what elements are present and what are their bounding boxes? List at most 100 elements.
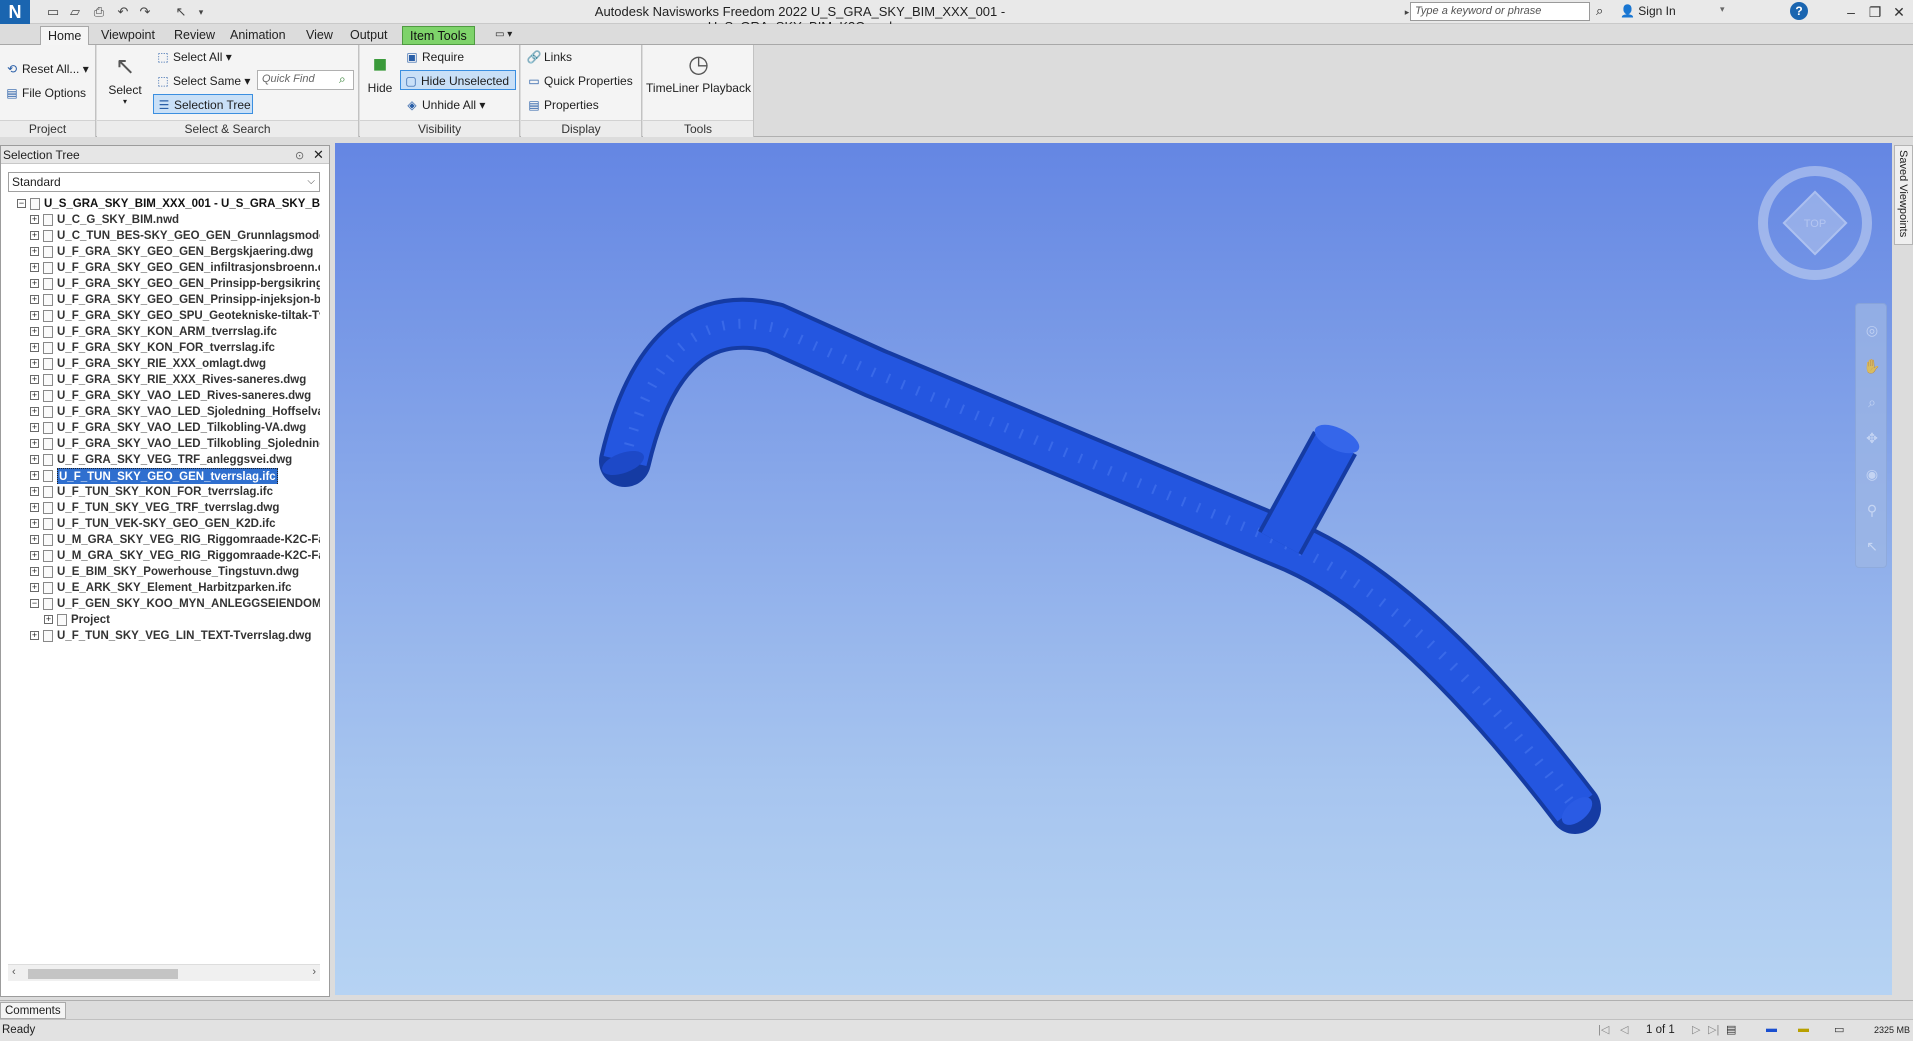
- comments-tab[interactable]: Comments: [0, 1002, 66, 1019]
- pin-icon[interactable]: ⊙: [295, 147, 304, 165]
- pan-icon[interactable]: ✋: [1862, 356, 1882, 376]
- tree-item[interactable]: + U_F_TUN_SKY_VEG_LIN_TEXT-Tverrslag.dwg: [8, 628, 320, 644]
- expand-icon[interactable]: +: [44, 615, 53, 624]
- expand-icon[interactable]: +: [30, 631, 39, 640]
- help-icon[interactable]: ?: [1790, 2, 1808, 20]
- hide-unselected-button[interactable]: ▢ Hide Unselected: [400, 70, 516, 90]
- orbit-icon[interactable]: ✥: [1862, 428, 1882, 448]
- tree-item[interactable]: + U_F_TUN_SKY_VEG_TRF_tverrslag.dwg: [8, 500, 320, 516]
- redo-icon[interactable]: ↷: [136, 3, 154, 21]
- tree-item[interactable]: + U_F_GRA_SKY_VEG_TRF_anleggsvei.dwg: [8, 452, 320, 468]
- sign-in-dropdown-icon[interactable]: ▾: [1720, 4, 1725, 15]
- tree-item[interactable]: + U_F_GRA_SKY_KON_FOR_tverrslag.ifc: [8, 340, 320, 356]
- expand-icon[interactable]: +: [30, 519, 39, 528]
- tree-item[interactable]: + U_M_GRA_SKY_VEG_RIG_Riggomraade-K2C-Fas…: [8, 532, 320, 548]
- expand-icon[interactable]: +: [30, 215, 39, 224]
- expand-icon[interactable]: +: [30, 583, 39, 592]
- tree-item[interactable]: + U_F_GRA_SKY_GEO_GEN_Prinsipp-injeksjon-…: [8, 292, 320, 308]
- tunnel-model[interactable]: [335, 143, 1892, 995]
- tree-item[interactable]: + U_F_TUN_VEK-SKY_GEO_GEN_K2D.ifc: [8, 516, 320, 532]
- ribbon-options-icon[interactable]: ▭ ▾: [488, 26, 519, 45]
- unhide-all-button[interactable]: ◈ Unhide All ▾: [402, 95, 485, 115]
- select-cursor-icon[interactable]: ↖: [172, 3, 190, 21]
- tree-item[interactable]: + U_M_GRA_SKY_VEG_RIG_Riggomraade-K2C-Fas…: [8, 548, 320, 564]
- minimize-icon[interactable]: –: [1840, 2, 1862, 22]
- tree-root[interactable]: − U_S_GRA_SKY_BIM_XXX_001 - U_S_GRA_SKY_…: [8, 196, 320, 212]
- expand-icon[interactable]: +: [30, 423, 39, 432]
- select-icon[interactable]: ↖: [1862, 536, 1882, 556]
- file-options-button[interactable]: ▤ File Options: [2, 83, 86, 103]
- select-button[interactable]: ↖ Select ▾: [105, 51, 145, 106]
- tree-item[interactable]: + U_C_G_SKY_BIM.nwd: [8, 212, 320, 228]
- previous-page-icon[interactable]: ◁: [1620, 1023, 1628, 1036]
- close-window-icon[interactable]: ✕: [1888, 2, 1910, 22]
- tree-item[interactable]: + U_F_GRA_SKY_GEO_GEN_Prinsipp-bergsikrin…: [8, 276, 320, 292]
- tree-item[interactable]: + U_F_GRA_SKY_GEO_GEN_Bergskjaering.dwg: [8, 244, 320, 260]
- expand-icon[interactable]: +: [30, 311, 39, 320]
- tree-item[interactable]: + U_C_TUN_BES-SKY_GEO_GEN_Grunnlagsmodell…: [8, 228, 320, 244]
- selection-tree-button[interactable]: ☰ Selection Tree: [153, 94, 253, 114]
- expand-icon[interactable]: +: [30, 487, 39, 496]
- expand-icon[interactable]: +: [30, 503, 39, 512]
- tree-item[interactable]: + U_F_GRA_SKY_GEO_GEN_infiltrasjonsbroenn…: [8, 260, 320, 276]
- hide-button[interactable]: ■ Hide: [362, 49, 398, 95]
- properties-button[interactable]: ▤ Properties: [524, 95, 598, 115]
- keyword-search-input[interactable]: Type a keyword or phrase: [1410, 2, 1590, 21]
- tree-item[interactable]: + U_F_GRA_SKY_VAO_LED_Rives-saneres.dwg: [8, 388, 320, 404]
- expand-icon[interactable]: +: [30, 343, 39, 352]
- tab-viewpoint[interactable]: Viewpoint: [94, 26, 162, 45]
- tab-review[interactable]: Review: [167, 26, 222, 45]
- sign-in-button[interactable]: 👤 Sign In: [1620, 4, 1676, 18]
- walk-icon[interactable]: ⚲: [1862, 500, 1882, 520]
- tab-output[interactable]: Output: [343, 26, 395, 45]
- tree-mode-select[interactable]: Standard ⌵: [8, 172, 320, 192]
- expand-icon[interactable]: +: [30, 295, 39, 304]
- expand-icon[interactable]: +: [30, 471, 39, 480]
- quick-properties-button[interactable]: ▭ Quick Properties: [524, 71, 632, 91]
- last-page-icon[interactable]: ▷|: [1708, 1023, 1719, 1036]
- scroll-right-icon[interactable]: ›: [312, 966, 316, 978]
- expand-icon[interactable]: +: [30, 375, 39, 384]
- expand-icon[interactable]: +: [30, 247, 39, 256]
- tree-item[interactable]: + U_E_ARK_SKY_Element_Harbitzparken.ifc: [8, 580, 320, 596]
- tab-view[interactable]: View: [299, 26, 340, 45]
- require-button[interactable]: ▣ Require: [402, 47, 464, 67]
- tab-item-tools[interactable]: Item Tools: [402, 26, 475, 45]
- expand-icon[interactable]: +: [30, 263, 39, 272]
- first-page-icon[interactable]: |◁: [1598, 1023, 1609, 1036]
- undo-icon[interactable]: ↶: [114, 3, 132, 21]
- new-file-icon[interactable]: ▭: [44, 3, 62, 21]
- expand-icon[interactable]: +: [30, 455, 39, 464]
- tree-item[interactable]: + U_F_TUN_SKY_KON_FOR_tverrslag.ifc: [8, 484, 320, 500]
- next-page-icon[interactable]: ▷: [1692, 1023, 1700, 1036]
- scroll-left-icon[interactable]: ‹: [12, 966, 16, 978]
- timeliner-playback-button[interactable]: ◷ TimeLiner Playback: [645, 49, 752, 95]
- scene-viewport[interactable]: TOP ◎ ✋ ⌕ ✥ ◉ ⚲ ↖: [335, 143, 1892, 995]
- tree-item[interactable]: + U_E_BIM_SKY_Powerhouse_Tingstuvn.dwg: [8, 564, 320, 580]
- close-icon[interactable]: ✕: [313, 146, 324, 164]
- select-same-button[interactable]: ⬚ Select Same ▾: [153, 71, 250, 91]
- binoculars-icon[interactable]: ⌕: [1596, 3, 1603, 19]
- tab-animation[interactable]: Animation: [223, 26, 293, 45]
- sheet-browser-icon[interactable]: ▤: [1726, 1023, 1736, 1036]
- reset-all-button[interactable]: ⟲ Reset All... ▾: [2, 59, 89, 79]
- print-icon[interactable]: ⎙: [90, 3, 108, 21]
- zoom-icon[interactable]: ⌕: [1862, 392, 1882, 412]
- collapse-icon[interactable]: −: [17, 199, 26, 208]
- look-icon[interactable]: ◉: [1862, 464, 1882, 484]
- expand-icon[interactable]: +: [30, 391, 39, 400]
- expand-icon[interactable]: +: [30, 567, 39, 576]
- select-all-button[interactable]: ⬚ Select All ▾: [153, 47, 231, 67]
- expand-icon[interactable]: +: [30, 551, 39, 560]
- tree-item[interactable]: + U_F_GRA_SKY_VAO_LED_Sjoledning_Hoffselv…: [8, 404, 320, 420]
- tree-item[interactable]: + U_F_GRA_SKY_GEO_SPU_Geotekniske-tiltak-…: [8, 308, 320, 324]
- scroll-thumb[interactable]: [28, 969, 178, 979]
- tree-child-item[interactable]: + Project: [8, 612, 320, 628]
- collapse-icon[interactable]: −: [30, 599, 39, 608]
- tree-item[interactable]: + U_F_GRA_SKY_VAO_LED_Tilkobling_Sjoledni…: [8, 436, 320, 452]
- horizontal-scrollbar[interactable]: ‹ ›: [8, 964, 320, 981]
- saved-viewpoints-tab[interactable]: Saved Viewpoints: [1894, 145, 1913, 245]
- expand-icon[interactable]: +: [30, 279, 39, 288]
- tree-item[interactable]: + U_F_GRA_SKY_RIE_XXX_omlagt.dwg: [8, 356, 320, 372]
- tree-item[interactable]: + U_F_TUN_SKY_GEO_GEN_tverrslag.ifc: [8, 468, 320, 484]
